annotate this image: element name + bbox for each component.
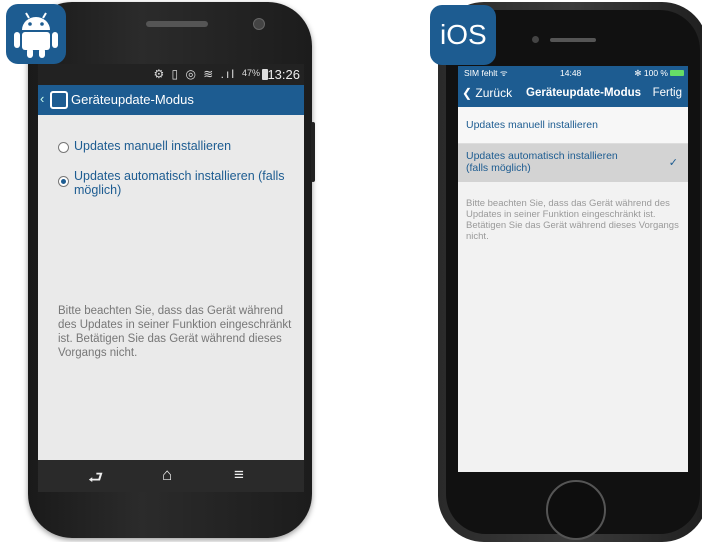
iphone: SIM fehlt ᯤ 14:48 ✻ 100 % ❮ Zurück Gerät… (438, 2, 702, 542)
ios-screen: SIM fehlt ᯤ 14:48 ✻ 100 % ❮ Zurück Gerät… (458, 66, 688, 472)
phone-speaker (550, 38, 596, 42)
ios-nav-bar: ❮ Zurück Geräteupdate-Modus Fertig (458, 81, 688, 107)
android-screen: ⚙ ▯ ◎ ≋ .ıl 47% 13:26 ‹ Geräteupdate-Mod… (38, 64, 304, 492)
option-manual-label[interactable]: Updates manuell installieren (74, 139, 296, 153)
android-phone: ⚙ ▯ ◎ ≋ .ıl 47% 13:26 ‹ Geräteupdate-Mod… (28, 2, 315, 538)
carrier-label: SIM fehlt ᯤ (464, 68, 508, 78)
radio-manual[interactable] (58, 142, 69, 153)
battery-icon (670, 70, 684, 76)
ios-badge-label: iOS (440, 19, 487, 50)
phone-camera (532, 36, 539, 43)
app-icon[interactable] (50, 91, 68, 109)
option-manual-label: Updates manuell installieren (466, 119, 598, 131)
radio-automatic[interactable] (58, 176, 69, 187)
home-icon[interactable]: ⌂ (162, 465, 172, 485)
option-automatic-label[interactable]: Updates automatisch installieren (falls … (74, 169, 296, 197)
back-icon[interactable]: ⮐ (88, 465, 103, 492)
back-button[interactable]: ❮ Zurück (462, 86, 512, 100)
status-time: 14:48 (560, 68, 582, 78)
menu-icon[interactable]: ≡ (234, 465, 244, 485)
update-note: Bitte beachten Sie, dass das Gerät währe… (466, 198, 679, 242)
home-button[interactable] (546, 480, 606, 540)
checkmark-icon: ✓ (668, 157, 678, 169)
battery-percent: ✻ 100 % (634, 68, 668, 78)
back-chevron-icon[interactable]: ‹ (40, 91, 44, 106)
option-manual-row[interactable]: Updates manuell installieren (458, 107, 688, 144)
battery-percent: 47% (241, 68, 260, 78)
option-automatic-label: Updates automatisch installieren (falls … (466, 150, 618, 174)
page-title: Geräteupdate-Modus (526, 87, 642, 99)
option-automatic-row[interactable]: Updates automatisch installieren (falls … (458, 144, 688, 182)
done-button[interactable]: Fertig (653, 87, 682, 99)
phone-speaker (146, 21, 208, 27)
android-nav-bar: ⮐ ⌂ ≡ (38, 460, 304, 492)
android-action-bar: ‹ Geräteupdate-Modus (38, 85, 304, 115)
status-time: 13:26 (267, 67, 300, 82)
phone-side-button (311, 122, 315, 182)
ios-status-bar: SIM fehlt ᯤ 14:48 ✻ 100 % (458, 66, 688, 81)
phone-camera (253, 18, 265, 30)
android-status-bar: ⚙ ▯ ◎ ≋ .ıl 47% 13:26 (38, 64, 304, 85)
android-robot-icon (14, 12, 58, 58)
android-badge (6, 4, 66, 64)
page-title: Geräteupdate-Modus (71, 92, 194, 107)
ios-badge: iOS (430, 5, 496, 65)
status-icons: ⚙ ▯ ◎ ≋ .ıl (153, 67, 236, 81)
update-note: Bitte beachten Sie, dass das Gerät währe… (58, 305, 292, 359)
